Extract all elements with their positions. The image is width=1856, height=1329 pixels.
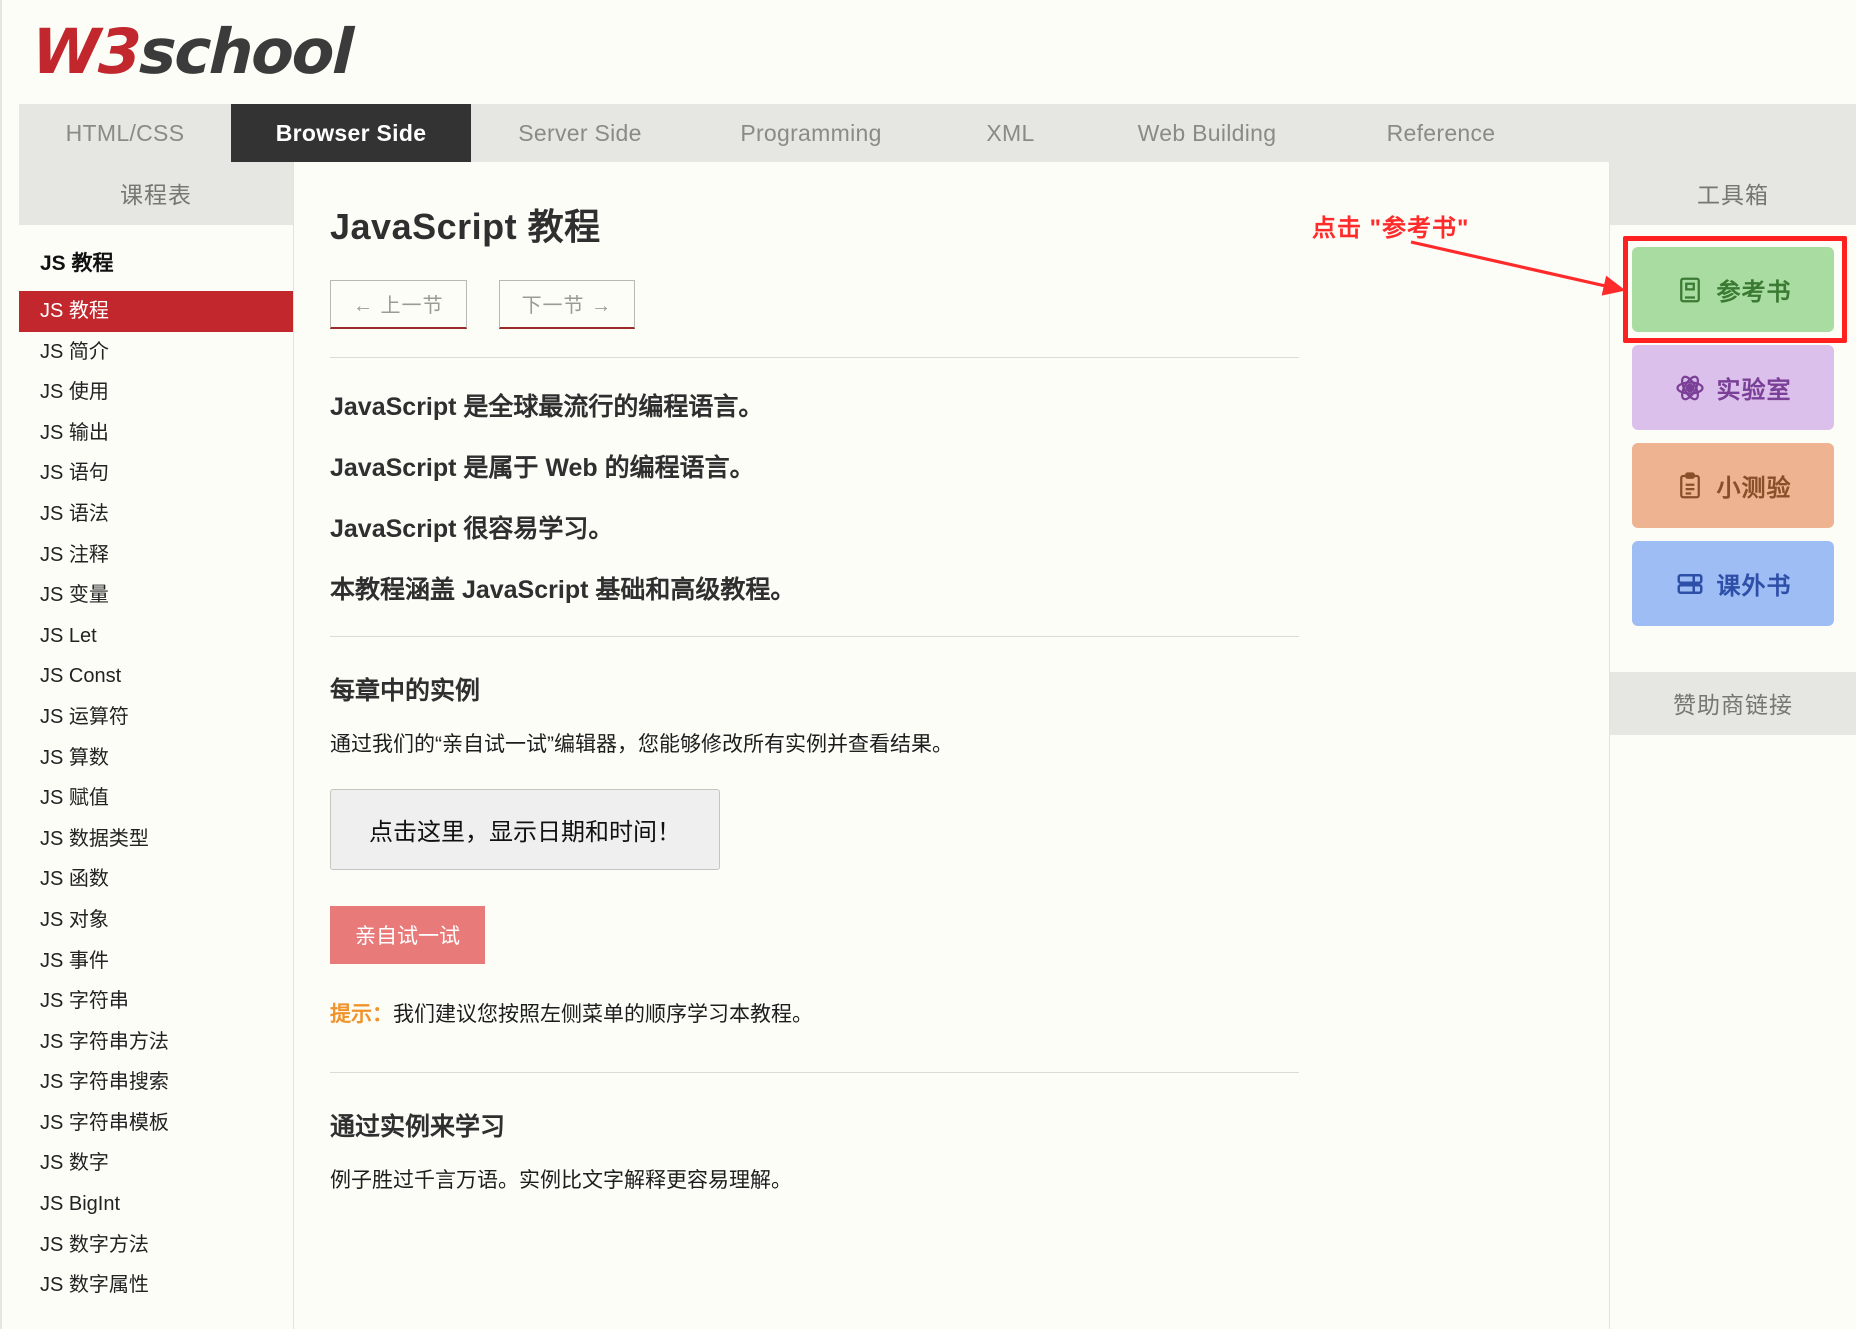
- sidebar-item-js-string-search[interactable]: JS 字符串搜索: [19, 1062, 293, 1103]
- sidebar-item-js-operator[interactable]: JS 运算符: [19, 697, 293, 738]
- sidebar-item-js-syntax[interactable]: JS 语法: [19, 494, 293, 535]
- prev-chapter-button[interactable]: ← 上一节: [330, 280, 467, 329]
- toolbox-label-extra-books: 课外书: [1716, 573, 1792, 600]
- try-it-yourself-button[interactable]: 亲自试一试: [330, 906, 485, 965]
- sidebar-item-js-intro[interactable]: JS 简介: [19, 332, 293, 373]
- section-body-examples: 通过我们的“亲自试一试”编辑器，您能够修改所有实例并查看结果。: [330, 733, 953, 756]
- lead-paragraph-1: JavaScript 是全球最流行的编程语言。: [330, 393, 764, 421]
- sidebar-item-js-function[interactable]: JS 函数: [19, 859, 293, 900]
- sidebar-header: 课程表: [19, 162, 293, 225]
- sidebar-item-js-usage[interactable]: JS 使用: [19, 372, 293, 413]
- logo-w3: W3: [30, 15, 141, 88]
- sidebar-list: JS 教程 JS 教程 JS 简介 JS 使用 JS 输出 JS 语句 JS 语…: [19, 225, 293, 1306]
- tip-text: 我们建议您按照左侧菜单的顺序学习本教程。: [393, 1003, 813, 1027]
- next-chapter-button[interactable]: 下一节 →: [498, 280, 636, 329]
- nav-tab-browser-side[interactable]: Browser Side: [231, 104, 471, 162]
- lead-paragraph-2: JavaScript 是属于 Web 的编程语言。: [330, 454, 755, 482]
- toolbox-button-quiz[interactable]: 小测验: [1632, 443, 1834, 528]
- chapter-nav: ← 上一节 下一节 →: [330, 280, 1299, 329]
- annotation-text: 点击 "参考书": [1312, 215, 1470, 242]
- sidebar-item-js-arithmetic[interactable]: JS 算数: [19, 738, 293, 779]
- toolbox-label-quiz: 小测验: [1716, 475, 1792, 502]
- nav-tab-reference[interactable]: Reference: [1326, 104, 1556, 162]
- sidebar-item-js-variable[interactable]: JS 变量: [19, 575, 293, 616]
- sponsor-header: 赞助商链接: [1610, 672, 1856, 735]
- article: JavaScript 教程 ← 上一节 下一节 → JavaScript 是全球…: [294, 162, 1339, 1196]
- toolbox-button-reference[interactable]: 参考书: [1632, 247, 1834, 332]
- nav-tab-server-side[interactable]: Server Side: [471, 104, 689, 162]
- sidebar-item-js-output[interactable]: JS 输出: [19, 413, 293, 454]
- sidebar-item-js-number-methods[interactable]: JS 数字方法: [19, 1225, 293, 1266]
- sidebar-item-js-number[interactable]: JS 数字: [19, 1143, 293, 1184]
- atom-icon: [1675, 373, 1705, 403]
- sidebar-item-js-string[interactable]: JS 字符串: [19, 981, 293, 1022]
- left-sidebar: 课程表 JS 教程 JS 教程 JS 简介 JS 使用 JS 输出 JS 语句 …: [19, 162, 294, 1329]
- toolbox-button-lab[interactable]: 实验室: [1632, 345, 1834, 430]
- sidebar-item-js-string-methods[interactable]: JS 字符串方法: [19, 1022, 293, 1063]
- nav-tab-web-building[interactable]: Web Building: [1088, 104, 1326, 162]
- sidebar-item-js-datatype[interactable]: JS 数据类型: [19, 819, 293, 860]
- nav-tab-programming[interactable]: Programming: [689, 104, 933, 162]
- nav-tab-html-css[interactable]: HTML/CSS: [19, 104, 231, 162]
- sidebar-item-js-event[interactable]: JS 事件: [19, 941, 293, 982]
- sidebar-item-js-assignment[interactable]: JS 赋值: [19, 778, 293, 819]
- sidebar-section-title: JS 教程: [40, 252, 114, 275]
- sidebar-item-js-object[interactable]: JS 对象: [19, 900, 293, 941]
- sidebar-item-js-const[interactable]: JS Const: [19, 656, 293, 697]
- site-logo[interactable]: W3school: [31, 15, 353, 88]
- sidebar-item-js-tutorial[interactable]: JS 教程: [19, 291, 293, 332]
- sidebar-item-js-bigint[interactable]: JS BigInt: [19, 1184, 293, 1225]
- book-icon: [1675, 275, 1705, 305]
- logo-bar: W3school: [2, 0, 1856, 104]
- sidebar-item-js-string-template[interactable]: JS 字符串模板: [19, 1103, 293, 1144]
- section-body-learn-by-example: 例子胜过千言万语。实例比文字解释更容易理解。: [330, 1169, 792, 1193]
- toolbox-header: 工具箱: [1610, 162, 1856, 225]
- bookshelf-icon: [1675, 569, 1705, 599]
- demo-date-time-button[interactable]: 点击这里，显示日期和时间！: [330, 789, 720, 871]
- toolbox-label-lab: 实验室: [1716, 377, 1792, 404]
- lead-paragraph-4: 本教程涵盖 JavaScript 基础和高级教程。: [330, 576, 796, 604]
- divider-middle: [330, 636, 1299, 637]
- tip-note: 提示：我们建议您按照左侧菜单的顺序学习本教程。: [330, 998, 1299, 1028]
- clipboard-icon: [1675, 471, 1705, 501]
- sidebar-item-js-statement[interactable]: JS 语句: [19, 453, 293, 494]
- sidebar-item-js-comment[interactable]: JS 注释: [19, 535, 293, 576]
- lead-paragraph-3: JavaScript 很容易学习。: [330, 515, 614, 543]
- toolbox-label-reference: 参考书: [1716, 279, 1792, 306]
- logo-school: school: [138, 15, 354, 88]
- divider-bottom: [330, 1072, 1299, 1074]
- page-root: W3school HTML/CSS Browser Side Server Si…: [0, 0, 1856, 1329]
- sidebar-item-js-let[interactable]: JS Let: [19, 616, 293, 657]
- section-title-examples: 每章中的实例: [330, 677, 481, 705]
- right-sidebar: 工具箱 参考书 实验室 小测验 课外书 赞助商链接: [1610, 162, 1856, 1329]
- page-title: JavaScript 教程: [330, 206, 601, 247]
- divider-top: [330, 357, 1299, 358]
- main-content-column: JavaScript 教程 ← 上一节 下一节 → JavaScript 是全球…: [294, 162, 1610, 1329]
- content-columns: 课程表 JS 教程 JS 教程 JS 简介 JS 使用 JS 输出 JS 语句 …: [2, 162, 1856, 1329]
- toolbox-buttons: 参考书 实验室 小测验 课外书: [1610, 225, 1856, 659]
- top-navigation: HTML/CSS Browser Side Server Side Progra…: [19, 104, 1856, 162]
- nav-tab-xml[interactable]: XML: [933, 104, 1088, 162]
- tip-label: 提示：: [330, 1003, 393, 1027]
- toolbox-button-extra-books[interactable]: 课外书: [1632, 541, 1834, 626]
- sidebar-item-js-number-properties[interactable]: JS 数字属性: [19, 1265, 293, 1306]
- section-title-learn-by-example: 通过实例来学习: [330, 1113, 506, 1142]
